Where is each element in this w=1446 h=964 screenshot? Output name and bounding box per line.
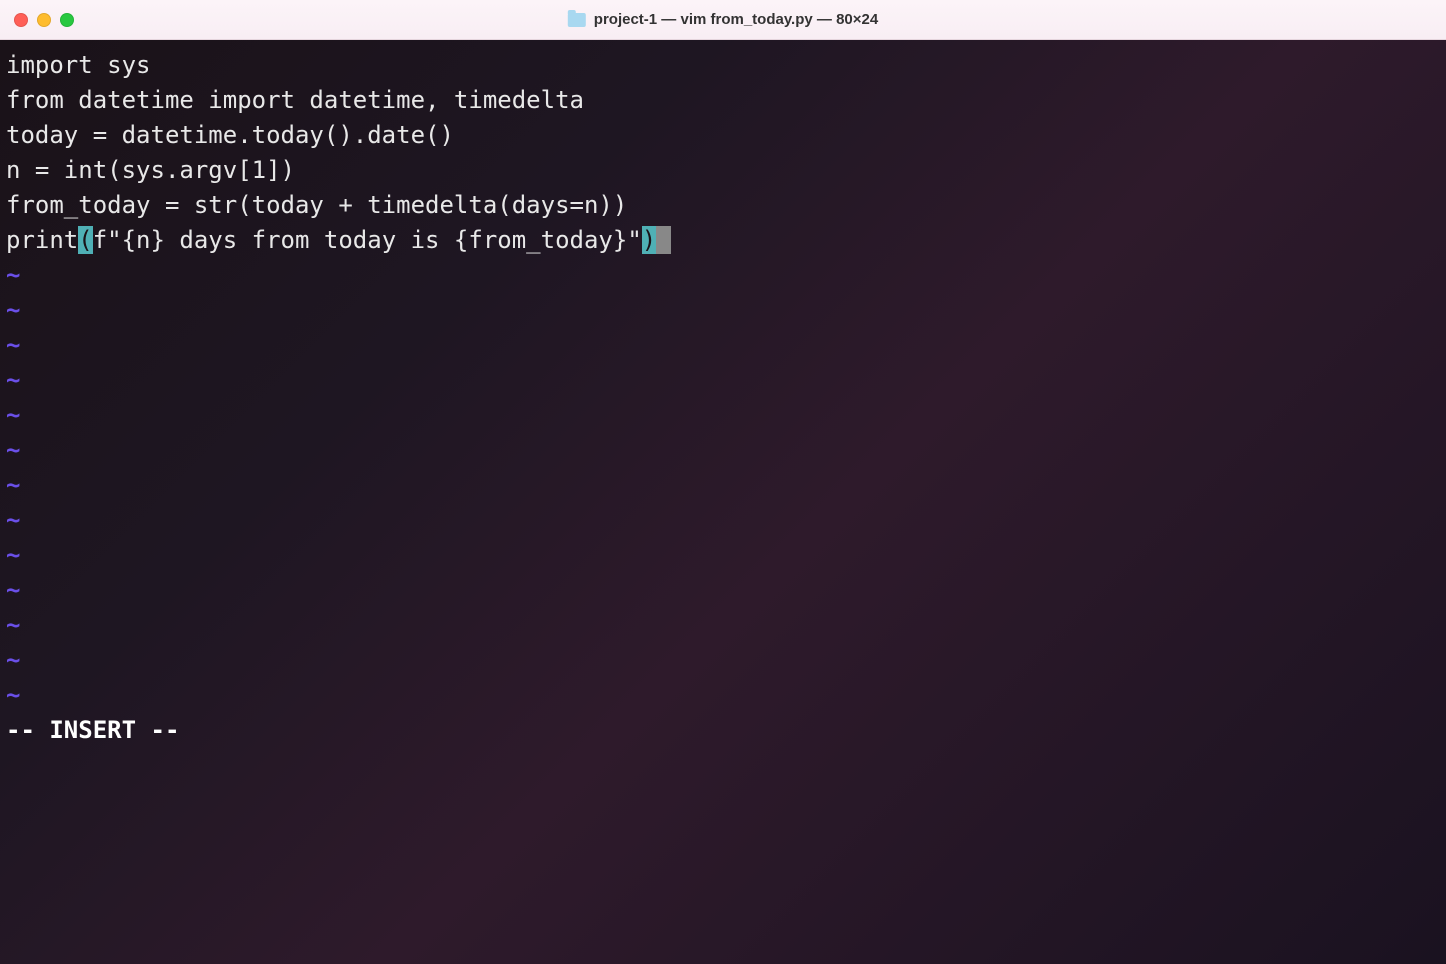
close-icon[interactable]	[14, 13, 28, 27]
code-line: from_today = str(today + timedelta(days=…	[6, 188, 1440, 223]
terminal-area[interactable]: import sysfrom datetime import datetime,…	[0, 40, 1446, 964]
code-text: print	[6, 226, 78, 254]
empty-line-tilde: ~	[6, 573, 1440, 608]
code-line: today = datetime.today().date()	[6, 118, 1440, 153]
empty-line-tilde: ~	[6, 608, 1440, 643]
window-title-text: project-1 — vim from_today.py — 80×24	[594, 11, 878, 28]
code-text: f"{n} days from today is {from_today}"	[93, 226, 642, 254]
empty-line-tilde: ~	[6, 678, 1440, 713]
empty-line-tilde: ~	[6, 503, 1440, 538]
empty-line-tilde: ~	[6, 293, 1440, 328]
code-line: from datetime import datetime, timedelta	[6, 83, 1440, 118]
empty-line-tilde: ~	[6, 538, 1440, 573]
code-line: import sys	[6, 48, 1440, 83]
maximize-icon[interactable]	[60, 13, 74, 27]
code-line: n = int(sys.argv[1])	[6, 153, 1440, 188]
empty-line-tilde: ~	[6, 643, 1440, 678]
code-line: print(f"{n} days from today is {from_tod…	[6, 223, 1440, 258]
terminal-window: project-1 — vim from_today.py — 80×24 im…	[0, 0, 1446, 964]
empty-line-tilde: ~	[6, 258, 1440, 293]
cursor	[656, 226, 670, 254]
traffic-lights	[14, 13, 74, 27]
matched-paren-open: (	[78, 226, 92, 254]
vim-status-line: -- INSERT --	[6, 713, 1440, 748]
titlebar[interactable]: project-1 — vim from_today.py — 80×24	[0, 0, 1446, 40]
minimize-icon[interactable]	[37, 13, 51, 27]
empty-line-tilde: ~	[6, 433, 1440, 468]
empty-line-tilde: ~	[6, 468, 1440, 503]
folder-icon	[568, 13, 586, 27]
empty-line-tilde: ~	[6, 398, 1440, 433]
window-title: project-1 — vim from_today.py — 80×24	[568, 11, 878, 28]
empty-line-tilde: ~	[6, 363, 1440, 398]
empty-line-tilde: ~	[6, 328, 1440, 363]
matched-paren-close: )	[642, 226, 656, 254]
